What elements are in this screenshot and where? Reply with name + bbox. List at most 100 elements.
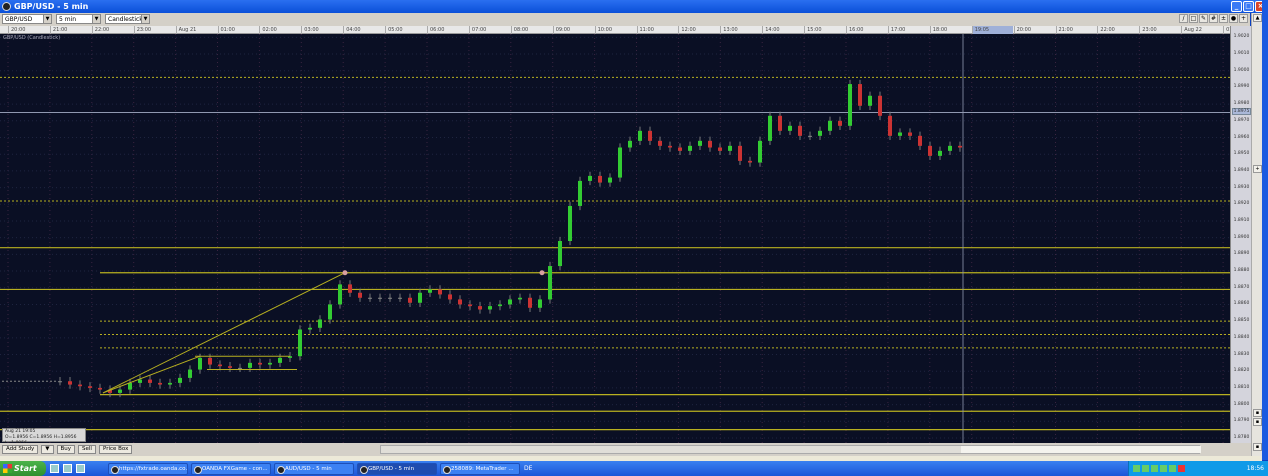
candle-body [328,304,332,320]
time-axis-label: 22:00 [1097,26,1138,34]
tray-icon[interactable] [1169,465,1176,472]
add-study-dropdown[interactable]: ▼ [41,445,54,454]
time-axis-label: 22:00 [91,26,133,34]
candle-body [628,140,632,148]
candle-body [218,364,222,367]
candle-body [178,377,182,383]
pencil-icon[interactable]: ✎ [1199,14,1208,23]
crosshair-icon[interactable]: + [1239,14,1248,23]
candle-body [248,362,252,368]
interval-select[interactable]: 5 min ▼ [56,14,101,24]
scroll-thumb[interactable] [961,446,1201,453]
candle-body [748,160,752,163]
time-axis-label: Aug 21 [175,26,217,34]
language-indicator[interactable]: DE [524,465,532,472]
rect-tool-icon[interactable]: □ [1189,14,1198,23]
price-axis-label: 1.8950 [1233,151,1250,157]
zoom-button[interactable]: ▪ [1253,409,1262,417]
candle-body [348,284,352,293]
price-axis-label: 1.8850 [1233,318,1250,324]
candle-body [868,95,872,106]
tray-icon[interactable] [1151,465,1158,472]
tray-icon[interactable] [1160,465,1167,472]
chart-type-select[interactable]: Candlestick ▼ [105,14,150,24]
candle-body [658,140,662,146]
candle-body [428,289,432,293]
time-axis-label: 10:00 [594,26,636,34]
add-study-button[interactable]: Add Study [2,445,39,454]
candle-body [508,299,512,305]
candle-body [588,175,592,181]
candle-body [878,95,882,116]
taskbar-button[interactable]: https://fxtrade.oanda.co... [108,462,188,475]
window-title: GBP/USD - 5 min [14,2,89,11]
candle-body [278,357,282,363]
time-axis-label: 16:00 [846,26,887,34]
candle-body [78,384,82,387]
line-tool-icon[interactable]: / [1179,14,1188,23]
candle-body [98,387,102,390]
candle-body [408,297,412,303]
tray-icon[interactable] [1142,465,1149,472]
candle-body [498,304,502,307]
chevron-down-icon[interactable]: ▼ [92,15,100,23]
taskbar-button[interactable]: OANDA FXGame - con... [191,462,271,475]
zoom-in-button[interactable]: + [1253,165,1262,173]
trend-line [102,355,201,394]
time-axis-label: 14:00 [762,26,803,34]
chart-area[interactable]: GBP/USD (Candlestick) Aug 21 19:05 O=1.8… [0,34,1230,443]
horizontal-scrollbar[interactable] [380,445,1201,454]
candle-body [158,382,162,385]
grid-icon[interactable]: # [1209,14,1218,23]
tray-icon[interactable] [1133,465,1140,472]
quicklaunch-icon[interactable] [50,464,59,473]
time-axis-label: 20:00 [1013,26,1055,34]
vertical-scrollbar[interactable]: ▲ + ▪ ▪ ▪ [1251,13,1262,456]
time-axis-label: 07:00 [468,26,510,34]
maximize-button[interactable]: □ [1243,1,1254,12]
start-label: Start [14,464,37,473]
quicklaunch-icon[interactable] [63,464,72,473]
chevron-down-icon[interactable]: ▼ [43,15,51,23]
system-tray: 18:56 [1128,461,1268,476]
buy-button[interactable]: Buy [56,445,76,454]
start-button[interactable]: Start [0,461,46,476]
quicklaunch-icon[interactable] [76,464,85,473]
scroll-up-button[interactable]: ▲ [1253,14,1262,22]
candle-body [858,84,862,106]
zoom-icon[interactable]: ± [1219,14,1228,23]
candle-body [848,84,852,126]
sell-button[interactable]: Sell [78,445,96,454]
price-axis-label: 1.8810 [1233,384,1250,390]
chart-toolbar: GBP/USD ▼ 5 min ▼ Candlestick ▼ / □ ✎ # ± ● + [0,13,1250,26]
candle-body [788,125,792,131]
time-axis-label: 15:00 [804,26,845,34]
candle-body [798,125,802,136]
taskbar-button[interactable]: 258089: MetaTrader ... [440,462,520,475]
taskbar-button[interactable]: AUD/USD - 5 min [274,462,354,475]
instrument-select[interactable]: GBP/USD ▼ [2,14,52,24]
candle-body [398,297,402,299]
candle-body [368,297,372,299]
time-axis-label: 04:00 [343,26,384,34]
candle-body [88,386,92,388]
zoom-out-button[interactable]: ▪ [1253,418,1262,426]
time-axis-label: 02:00 [259,26,300,34]
candle-body [898,132,902,136]
candle-body [488,306,492,310]
scroll-down-button[interactable]: ▪ [1253,443,1262,451]
candle-body [818,130,822,136]
taskbar: Start https://fxtrade.oanda.co... OANDA F… [0,461,1268,476]
candle-body [938,150,942,156]
candle-body [548,266,552,300]
candle-body [238,367,242,369]
time-axis: 20:00 21:00 22:00 23:00 Aug 21 01:00 02:00 03:0… [0,26,1241,34]
price-axis-label: 1.8880 [1233,268,1250,274]
settings-icon[interactable]: ● [1229,14,1238,23]
minimize-button[interactable]: _ [1231,1,1242,12]
candle-body [828,120,832,131]
taskbar-button[interactable]: GBP/USD - 5 min [357,462,437,475]
price-box-button[interactable]: Price Box [98,445,133,454]
tray-icon[interactable] [1178,465,1185,472]
chevron-down-icon[interactable]: ▼ [141,15,149,23]
